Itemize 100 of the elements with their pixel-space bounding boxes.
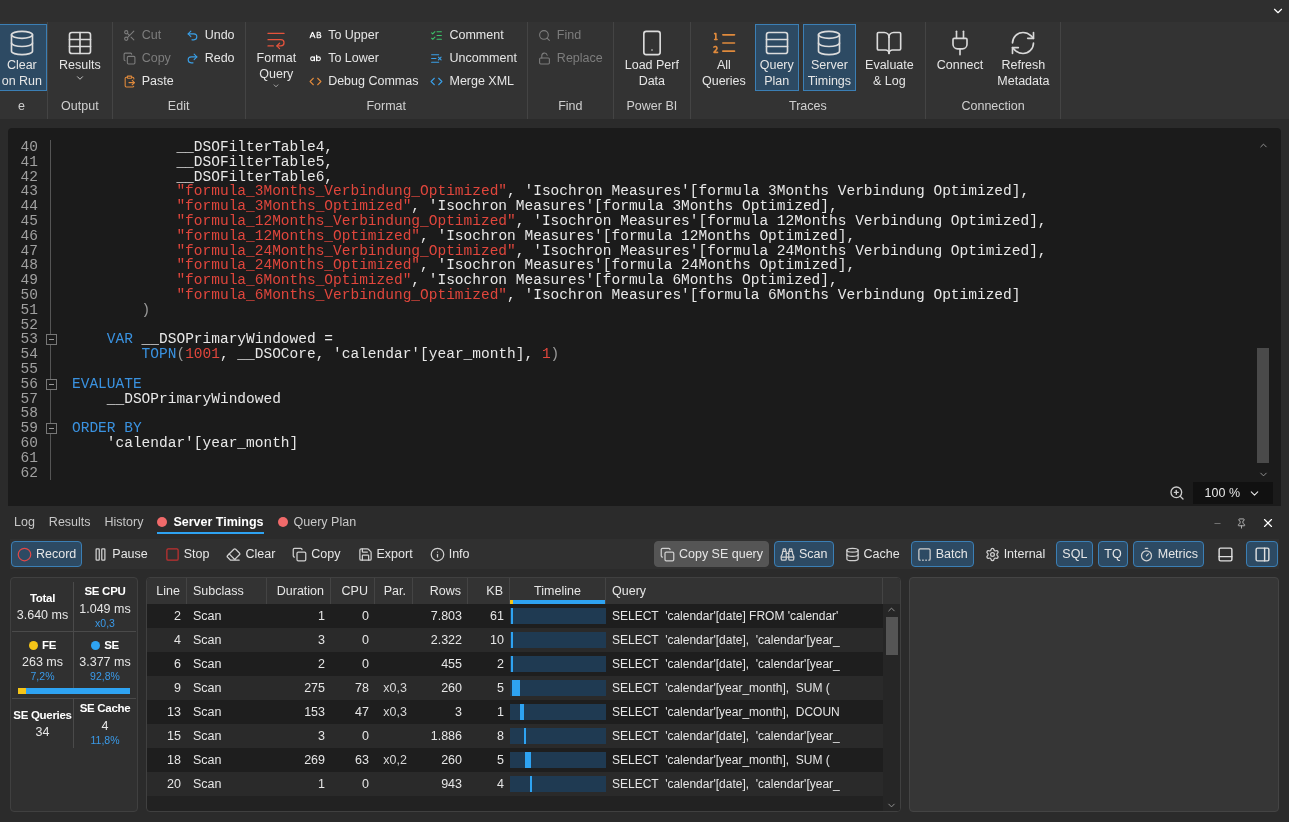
table-row[interactable]: 20 Scan 1 0 943 4 SELECT 'calendar'[date], 'calendar'[year_ (147, 772, 883, 796)
toolbar-button[interactable]: Cache (838, 541, 906, 567)
stat-value: 1.049 ms (79, 600, 131, 617)
toolbar-button[interactable]: Internal (978, 541, 1052, 567)
code-line: "formula_6Months_Verbindung_Optimized", 'Isochron Measures'[formula 6Months Verbindung Optimized] (175, 287, 1021, 303)
toolbar-button[interactable]: Metrics (1132, 541, 1204, 567)
stat-value: 3.640 ms (16, 607, 69, 624)
panel-tab[interactable]: Server Timings (157, 512, 264, 534)
code-line: "formula_3Months_Verbindung_Optimized", 'Isochron Measures'[formula 3Months Verbindung Optimized], (175, 184, 1030, 200)
table-cell-text: 1 (317, 775, 326, 793)
code-line: __DSOFilterTable4, (175, 140, 334, 155)
stat-note: 92,8% (90, 670, 120, 684)
panel-tab[interactable]: Log (14, 512, 35, 534)
panel-tab[interactable]: History (104, 512, 144, 534)
table-row[interactable]: 13 Scan 153 47 x0,3 3 1 SELECT 'calendar'[year_month], DCOUN (147, 700, 883, 724)
line-number: 42 (19, 169, 38, 185)
line-number: 51 (19, 302, 38, 318)
toolbar-button[interactable]: Record (11, 541, 83, 567)
panel-tab[interactable]: Query Plan (277, 512, 357, 534)
ribbon-button[interactable]: Format Query (251, 24, 302, 91)
stat-label: SE (104, 637, 119, 653)
table-cell-text: SELECT 'calendar'[year_month], DCOUN (611, 704, 841, 721)
table-cell-text: Scan (192, 607, 223, 625)
toolbar-button[interactable]: Info (423, 541, 476, 567)
code-line: "formula_12Months_Verbindung_Optimized", 'Isochron Measures'[formula 12Months Verbindung Optimized], (175, 214, 1047, 229)
table-row[interactable]: 6 Scan 2 0 455 2 SELECT 'calendar'[date], 'calendar'[year_ (147, 652, 883, 676)
toolbar-button[interactable]: Stop (158, 541, 216, 567)
ribbon-button[interactable]: Evaluate & Log (860, 24, 919, 91)
line-number: 56 (19, 376, 38, 392)
table-cell-text: 18 (166, 751, 182, 769)
table-cell-text: 0 (361, 607, 370, 625)
table-cell-text: x0,3 (382, 679, 408, 697)
group-label: Output (60, 98, 100, 115)
table-row[interactable]: 9 Scan 275 78 x0,3 260 5 SELECT 'calendar'[year_month], SUM ( (147, 676, 883, 700)
table-cell-text: Scan (192, 631, 223, 649)
ribbon-button[interactable]: Load Perf Data (619, 24, 684, 91)
table-cell-text: SELECT 'calendar'[date], 'calendar'[year_ (611, 656, 841, 673)
toolbar-button[interactable]: Copy SE query (653, 541, 770, 567)
ribbon-button[interactable]: Uncomment (430, 49, 517, 68)
stat-value: 3.377 ms (79, 654, 131, 671)
table-cell-text: 275 (303, 679, 326, 697)
table-cell-text: Scan (192, 751, 223, 769)
line-number: 48 (19, 258, 38, 274)
toolbar-button[interactable]: Scan (774, 541, 834, 567)
table-cell-text: 153 (303, 703, 326, 721)
line-number: 43 (19, 184, 38, 200)
line-number: 53 (19, 332, 38, 348)
toolbar-button[interactable]: TQ (1098, 541, 1128, 567)
table-cell-text: 78 (354, 679, 370, 697)
ribbon-button[interactable]: Merge XML (430, 72, 517, 91)
table-cell-text: 7.803 (429, 607, 463, 625)
zoom-dropdown[interactable]: 100 % (1192, 482, 1273, 505)
ribbon-button[interactable]: Results (54, 24, 106, 91)
ribbon-button[interactable]: Redo (185, 49, 235, 68)
ribbon-button[interactable]: Paste (122, 72, 174, 91)
toolbar-button[interactable]: Batch (910, 541, 974, 567)
table-row[interactable]: 2 Scan 1 0 7.803 61 SELECT 'calendar'[date] FROM 'calendar' (147, 604, 883, 628)
stat-note: 7,2% (30, 670, 55, 684)
toolbar-button[interactable]: SQL (1056, 541, 1094, 567)
toolbar-button[interactable]: Pause (87, 541, 154, 567)
ribbon-button[interactable]: Debug Commas (309, 72, 419, 91)
toolbar-button[interactable]: Clear (220, 541, 282, 567)
group-label: Power BI (625, 98, 679, 115)
stat-value: 4 (101, 717, 109, 734)
table-cell-text: 260 (440, 679, 463, 697)
ribbon-button[interactable]: To Lower (309, 49, 419, 68)
stat-value: 34 (35, 724, 50, 741)
table-cell-text: Scan (192, 727, 223, 745)
ribbon-button[interactable]: Server Timings (802, 24, 857, 91)
table-cell-text: 3 (317, 631, 326, 649)
ribbon-button[interactable]: Clear on Run (0, 24, 47, 91)
table-cell-text: x0,2 (382, 751, 408, 769)
toolbar-button[interactable]: Export (351, 541, 419, 567)
table-row[interactable]: 18 Scan 269 63 x0,2 260 5 SELECT 'calendar'[year_month], SUM ( (147, 748, 883, 772)
table-cell-text: 4 (496, 775, 505, 793)
table-cell-text: 9 (173, 679, 182, 697)
toolbar-button[interactable]: Copy (286, 541, 347, 567)
line-number: 60 (19, 435, 38, 451)
table-cell-text: 1 (496, 703, 505, 721)
ribbon-button[interactable]: Query Plan (754, 24, 799, 91)
table-cell-text: 0 (361, 775, 370, 793)
table-row[interactable]: 15 Scan 3 0 1.886 8 SELECT 'calendar'[date], 'calendar'[year_ (147, 724, 883, 748)
ribbon-button[interactable]: Connect (931, 24, 989, 91)
ribbon-button[interactable]: Comment (430, 26, 517, 45)
table-cell-text: Scan (192, 703, 223, 721)
table-cell-text: 5 (496, 679, 505, 697)
table-cell-text: 269 (303, 751, 326, 769)
ribbon-button[interactable]: Undo (185, 26, 235, 45)
code-line: "formula_24Months_Optimized", 'Isochron Measures'[formula 24Months Optimized], (175, 258, 856, 274)
table-cell-text: 8 (496, 727, 505, 745)
ribbon-button[interactable]: All Queries (696, 24, 751, 91)
table-row[interactable]: 4 Scan 3 0 2.322 10 SELECT 'calendar'[date], 'calendar'[year_ (147, 628, 883, 652)
line-number: 62 (19, 465, 38, 481)
ribbon-button[interactable]: Refresh Metadata (992, 24, 1055, 91)
panel-tab[interactable]: Results (48, 512, 91, 534)
stat-note: x0,3 (95, 616, 115, 630)
stat-label: Total (29, 590, 56, 606)
table-cell-text: 260 (440, 751, 463, 769)
ribbon-button[interactable]: To Upper (309, 26, 419, 45)
table-cell-text: SELECT 'calendar'[date], 'calendar'[year_ (611, 776, 841, 793)
